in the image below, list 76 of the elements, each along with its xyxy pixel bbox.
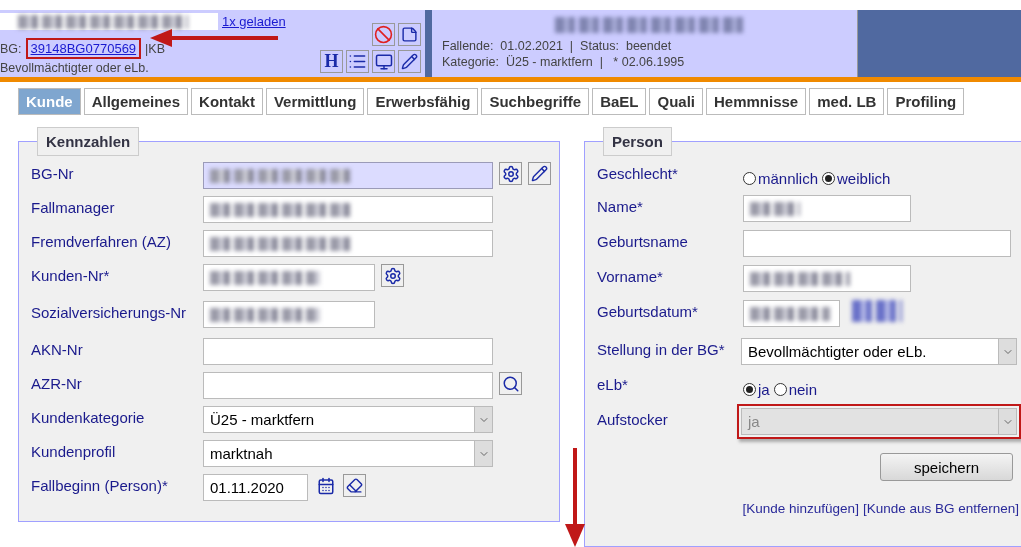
- field-label: BG-Nr: [31, 164, 75, 182]
- field-label: Kunden-Nr*: [31, 266, 111, 284]
- tab[interactable]: Profiling: [887, 88, 965, 115]
- settings-icon[interactable]: [499, 162, 522, 185]
- field-label: Stellung in der BG*: [597, 340, 726, 358]
- field-label: Sozialversicherungs-Nr: [31, 303, 188, 321]
- panel-title: Person: [603, 127, 672, 156]
- input-field[interactable]: [203, 196, 493, 223]
- kb-label: |KB: [145, 41, 165, 56]
- search-icon[interactable]: [499, 372, 522, 395]
- caret-icon[interactable]: [474, 441, 492, 466]
- field-label: Aufstocker: [597, 410, 669, 428]
- note-icon[interactable]: [398, 23, 421, 46]
- input-field[interactable]: [743, 265, 911, 292]
- tab[interactable]: Allgemeines: [83, 88, 189, 115]
- tab[interactable]: Quali: [649, 88, 703, 115]
- input-field[interactable]: [743, 230, 1011, 257]
- tab[interactable]: Suchbegriffe: [481, 88, 590, 115]
- caret-icon[interactable]: [474, 407, 492, 432]
- dropdown[interactable]: Bevollmächtigter oder eLb.: [741, 338, 1017, 365]
- field-label: Geschlecht*: [597, 164, 679, 182]
- pencil-icon[interactable]: [528, 162, 551, 185]
- radio-option[interactable]: weiblich: [822, 170, 891, 187]
- field-label: eLb*: [597, 375, 629, 393]
- input-field[interactable]: [743, 300, 840, 327]
- ban-icon[interactable]: [372, 23, 395, 46]
- eraser-icon[interactable]: [343, 474, 366, 497]
- input-field[interactable]: [203, 301, 375, 328]
- tab[interactable]: Kontakt: [191, 88, 263, 115]
- input-field[interactable]: [203, 230, 493, 257]
- field-label: Vorname*: [597, 267, 664, 285]
- dropdown[interactable]: marktnah: [203, 440, 493, 467]
- field-label: Geburtsdatum*: [597, 302, 699, 320]
- input-field[interactable]: [203, 162, 493, 189]
- tab[interactable]: Hemmnisse: [706, 88, 807, 115]
- case-status-text: Fallende: 01.02.2021 | Status: beendet: [442, 39, 673, 53]
- panel-title: Kennzahlen: [37, 127, 140, 156]
- radio-option[interactable]: ja: [743, 381, 770, 398]
- category-text: Kategorie: Ü25 - marktfern | * 02.06.1995: [442, 55, 686, 69]
- tab[interactable]: Vermittlung: [265, 88, 365, 115]
- input-field[interactable]: [0, 13, 218, 30]
- field-label: Name*: [597, 197, 644, 215]
- monitor-icon[interactable]: [372, 50, 395, 73]
- caret-icon[interactable]: [998, 339, 1016, 364]
- tab[interactable]: med. LB: [809, 88, 885, 115]
- radio-option[interactable]: nein: [773, 381, 818, 398]
- input-field[interactable]: [203, 264, 375, 291]
- settings-icon[interactable]: [381, 264, 404, 287]
- role-text: Bevollmächtigter oder eLb.: [0, 61, 149, 75]
- action-link[interactable]: [Kunde aus BG entfernen]: [862, 501, 1019, 516]
- input-field[interactable]: [203, 338, 493, 365]
- redacted-icons: [852, 300, 902, 322]
- input-field[interactable]: [203, 372, 493, 399]
- field-label: Fallmanager: [31, 198, 116, 216]
- field-label: Fremdverfahren (AZ): [31, 232, 173, 250]
- dropdown[interactable]: Ü25 - marktfern: [203, 406, 493, 433]
- loaded-link[interactable]: 1x geladen: [222, 14, 286, 29]
- date-field[interactable]: 01.11.2020: [203, 474, 308, 501]
- radio-option[interactable]: männlich: [743, 170, 819, 187]
- tab[interactable]: Erwerbsfähig: [367, 88, 479, 115]
- bg-label: BG:: [0, 41, 22, 56]
- field-label: AKN-Nr: [31, 340, 84, 358]
- list-icon[interactable]: [346, 50, 369, 73]
- save-button[interactable]: speichern: [880, 453, 1013, 481]
- field-label: Kundenprofil: [31, 442, 117, 460]
- redacted-text: [750, 201, 800, 216]
- bg-number-link[interactable]: 39148BG0770569: [25, 38, 142, 59]
- pencil-icon[interactable]: [398, 50, 421, 73]
- heading-key[interactable]: H: [320, 50, 343, 73]
- field-label: AZR-Nr: [31, 374, 83, 392]
- field-label: Fallbeginn (Person)*: [31, 476, 169, 494]
- input-field[interactable]: [743, 195, 911, 222]
- field-label: Geburtsname: [597, 232, 689, 250]
- field-label: Kundenkategorie: [31, 408, 146, 426]
- tab[interactable]: BaEL: [592, 88, 647, 115]
- action-link[interactable]: [Kunde hinzufügen]: [742, 501, 859, 516]
